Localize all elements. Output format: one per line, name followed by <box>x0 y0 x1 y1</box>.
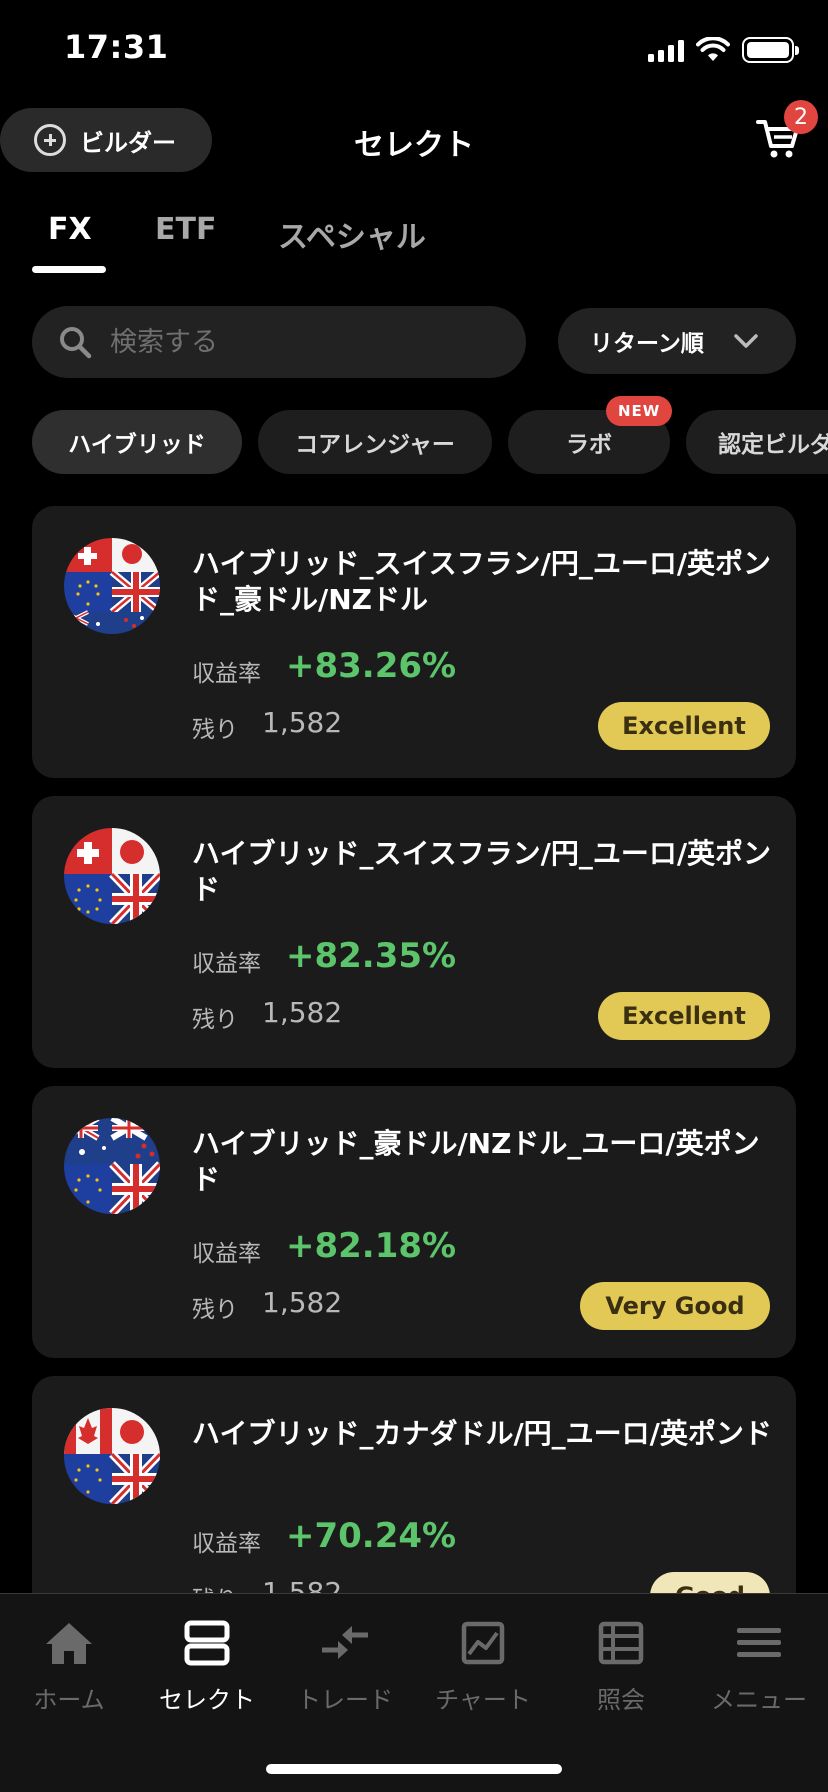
strategy-card[interactable]: ハイブリッド_豪ドル/NZドル_ユーロ/英ポンド 収益率 +82.18% 残り … <box>32 1086 796 1358</box>
new-badge: NEW <box>606 396 673 426</box>
remaining-label: 残り <box>192 717 238 743</box>
remaining-label: 残り <box>192 1297 238 1323</box>
return-value: +83.26% <box>286 646 457 686</box>
tab-etf[interactable]: ETF <box>155 212 216 247</box>
app-screen: 17:31 ビルダー セレクト 2 FX ETF スペシャル 検索する リターン… <box>0 0 828 1792</box>
active-tab-indicator <box>32 266 106 273</box>
chevron-down-icon <box>734 334 758 348</box>
rating-badge: Good <box>650 1572 770 1594</box>
remaining-value: 1,582 <box>262 1286 343 1319</box>
header: ビルダー セレクト 2 <box>0 100 828 200</box>
bottom-navigation: ホーム セレクト トレード チャート 照会 メニュー <box>0 1593 828 1792</box>
strategy-title: ハイブリッド_スイスフラン/円_ユーロ/英ポンド_豪ドル/NZドル <box>192 547 772 616</box>
nav-trade[interactable]: トレード <box>276 1620 414 1715</box>
trade-icon <box>322 1626 368 1659</box>
category-tabs: FX ETF スペシャル <box>0 200 828 276</box>
filter-chips: ハイブリッド コアレンジャー ラボ NEW 認定ビルダ <box>0 396 828 474</box>
remaining-label: 残り <box>192 1007 238 1033</box>
cart-count-badge: 2 <box>784 100 818 134</box>
remaining-value: 1,582 <box>262 1576 343 1594</box>
return-label: 収益率 <box>192 1241 261 1267</box>
return-value: +82.35% <box>286 936 457 976</box>
sort-dropdown[interactable]: リターン順 <box>558 308 796 374</box>
rating-badge: Very Good <box>580 1282 770 1330</box>
search-bar[interactable] <box>32 306 526 378</box>
page-title: セレクト <box>354 128 474 163</box>
remaining-value: 1,582 <box>262 706 343 739</box>
remaining-value: 1,582 <box>262 996 343 1029</box>
nav-select[interactable]: セレクト <box>138 1620 276 1715</box>
currency-flags-icon <box>64 828 160 924</box>
strategy-title: ハイブリッド_カナダドル/円_ユーロ/英ポンド <box>192 1417 772 1450</box>
nav-chart-label: チャート <box>435 1686 531 1714</box>
nav-menu[interactable]: メニュー <box>690 1620 828 1715</box>
return-label: 収益率 <box>192 951 261 977</box>
rating-badge: Excellent <box>598 702 770 750</box>
status-bar: 17:31 <box>0 0 828 100</box>
chip-core-ranger[interactable]: コアレンジャー <box>258 410 492 474</box>
status-icons <box>648 36 799 64</box>
tab-fx[interactable]: FX <box>48 212 92 247</box>
currency-flags-icon <box>64 1118 160 1214</box>
nav-home[interactable]: ホーム <box>0 1620 138 1715</box>
tab-special[interactable]: スペシャル <box>278 212 426 256</box>
menu-icon <box>737 1628 781 1657</box>
nav-trade-label: トレード <box>297 1686 393 1714</box>
search-icon <box>60 327 92 359</box>
chip-labo-label: ラボ <box>566 432 612 458</box>
rating-badge: Excellent <box>598 992 770 1040</box>
chip-certified-builder[interactable]: 認定ビルダ <box>686 410 828 474</box>
strategy-list: ハイブリッド_スイスフラン/円_ユーロ/英ポンド_豪ドル/NZドル 収益率 +8… <box>32 506 796 1594</box>
nav-select-label: セレクト <box>159 1686 255 1714</box>
strategy-card[interactable]: ハイブリッド_カナダドル/円_ユーロ/英ポンド 収益率 +70.24% 残り 1… <box>32 1376 796 1594</box>
return-label: 収益率 <box>192 661 261 687</box>
chart-icon <box>461 1621 505 1665</box>
status-time: 17:31 <box>64 28 169 66</box>
nav-inquiry-label: 照会 <box>597 1686 645 1714</box>
nav-chart[interactable]: チャート <box>414 1620 552 1715</box>
return-value: +82.18% <box>286 1226 457 1266</box>
nav-home-label: ホーム <box>33 1686 105 1714</box>
return-value: +70.24% <box>286 1516 457 1556</box>
nav-menu-label: メニュー <box>711 1686 807 1714</box>
battery-icon <box>742 37 799 63</box>
cellular-signal-icon <box>648 38 684 62</box>
home-indicator <box>266 1764 562 1774</box>
strategy-title: ハイブリッド_豪ドル/NZドル_ユーロ/英ポンド <box>192 1127 760 1196</box>
list-icon <box>598 1621 644 1665</box>
remaining-label: 残り <box>192 1580 238 1594</box>
strategy-card[interactable]: ハイブリッド_スイスフラン/円_ユーロ/英ポンド 収益率 +82.35% 残り … <box>32 796 796 1068</box>
nav-inquiry[interactable]: 照会 <box>552 1620 690 1715</box>
select-icon <box>184 1620 230 1666</box>
return-label: 収益率 <box>192 1531 261 1557</box>
currency-flags-icon <box>64 1408 160 1504</box>
home-icon <box>46 1623 92 1664</box>
search-input[interactable] <box>110 326 490 358</box>
sort-label: リターン順 <box>590 331 704 357</box>
wifi-icon <box>696 37 730 61</box>
strategy-title: ハイブリッド_スイスフラン/円_ユーロ/英ポンド <box>192 837 772 906</box>
strategy-card[interactable]: ハイブリッド_スイスフラン/円_ユーロ/英ポンド_豪ドル/NZドル 収益率 +8… <box>32 506 796 778</box>
chip-hybrid[interactable]: ハイブリッド <box>32 410 242 474</box>
currency-flags-icon <box>64 538 160 634</box>
